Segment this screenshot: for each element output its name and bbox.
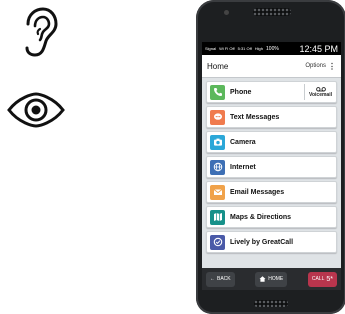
- earpiece-speaker: [253, 8, 291, 16]
- call-5star-button[interactable]: CALL 5*: [307, 271, 337, 287]
- app-header: Home Options ⋮: [202, 55, 341, 78]
- home-button[interactable]: HOME: [255, 271, 288, 287]
- menu-item-phone[interactable]: Phone Voicemail: [206, 81, 337, 103]
- voicemail-label: Voicemail: [309, 91, 332, 98]
- options-button[interactable]: Options ⋮: [305, 62, 336, 71]
- phone-icon: [210, 84, 225, 100]
- menu-item-label: Phone: [230, 88, 252, 96]
- page-title: Home: [207, 61, 229, 71]
- menu-item-lively[interactable]: Lively by GreatCall: [206, 231, 337, 253]
- back-arrow-icon: ←: [210, 276, 215, 282]
- extra-indicator: 5:31 Off: [237, 46, 252, 51]
- phone-device: Signal Wi Fi Off 5:31 Off High 100% 12:4…: [196, 0, 345, 314]
- call-number: 5*: [326, 275, 333, 283]
- kebab-menu-icon: ⋮: [328, 61, 336, 71]
- menu-item-maps-directions[interactable]: Maps & Directions: [206, 206, 337, 228]
- phone-screen: Signal Wi Fi Off 5:31 Off High 100% 12:4…: [202, 42, 341, 290]
- menu-item-camera[interactable]: Camera: [206, 131, 337, 153]
- ear-icon: [25, 7, 58, 57]
- home-label: HOME: [268, 276, 284, 282]
- bottom-speaker: [254, 300, 288, 307]
- envelope-icon: [210, 184, 225, 200]
- clock: 12:45 PM: [299, 43, 338, 54]
- menu-item-label: Lively by GreatCall: [230, 238, 294, 246]
- menu-item-label: Email Messages: [230, 188, 285, 196]
- volume-indicator: High: [254, 46, 264, 51]
- globe-icon: [210, 159, 225, 175]
- home-icon: [259, 276, 266, 282]
- front-camera: [224, 10, 229, 15]
- battery-indicator: 100%: [266, 45, 279, 52]
- camera-icon: [210, 134, 225, 150]
- wifi-indicator: Wi Fi Off: [219, 46, 235, 51]
- menu-item-label: Internet: [230, 163, 256, 171]
- lively-icon: [210, 234, 225, 250]
- menu-item-email-messages[interactable]: Email Messages: [206, 181, 337, 203]
- map-icon: [210, 209, 225, 225]
- status-bar: Signal Wi Fi Off 5:31 Off High 100% 12:4…: [202, 42, 341, 55]
- menu-item-label: Camera: [230, 138, 256, 146]
- back-label: BACK: [217, 276, 231, 282]
- options-label: Options: [305, 63, 326, 69]
- voicemail-button[interactable]: Voicemail: [304, 84, 336, 100]
- text-bubble-icon: [210, 109, 225, 125]
- signal-indicator: Signal: [205, 46, 217, 51]
- bottom-nav-bar: ← BACK HOME CALL 5*: [202, 268, 341, 290]
- menu-item-internet[interactable]: Internet: [206, 156, 337, 178]
- home-menu-list: Phone Voicemail Text Messages Camera Int…: [202, 78, 341, 253]
- call-label: CALL: [311, 276, 325, 282]
- menu-item-label: Maps & Directions: [230, 213, 292, 221]
- eye-icon: [7, 92, 65, 128]
- menu-item-label: Text Messages: [230, 113, 280, 121]
- menu-item-text-messages[interactable]: Text Messages: [206, 106, 337, 128]
- back-button[interactable]: ← BACK: [206, 271, 235, 287]
